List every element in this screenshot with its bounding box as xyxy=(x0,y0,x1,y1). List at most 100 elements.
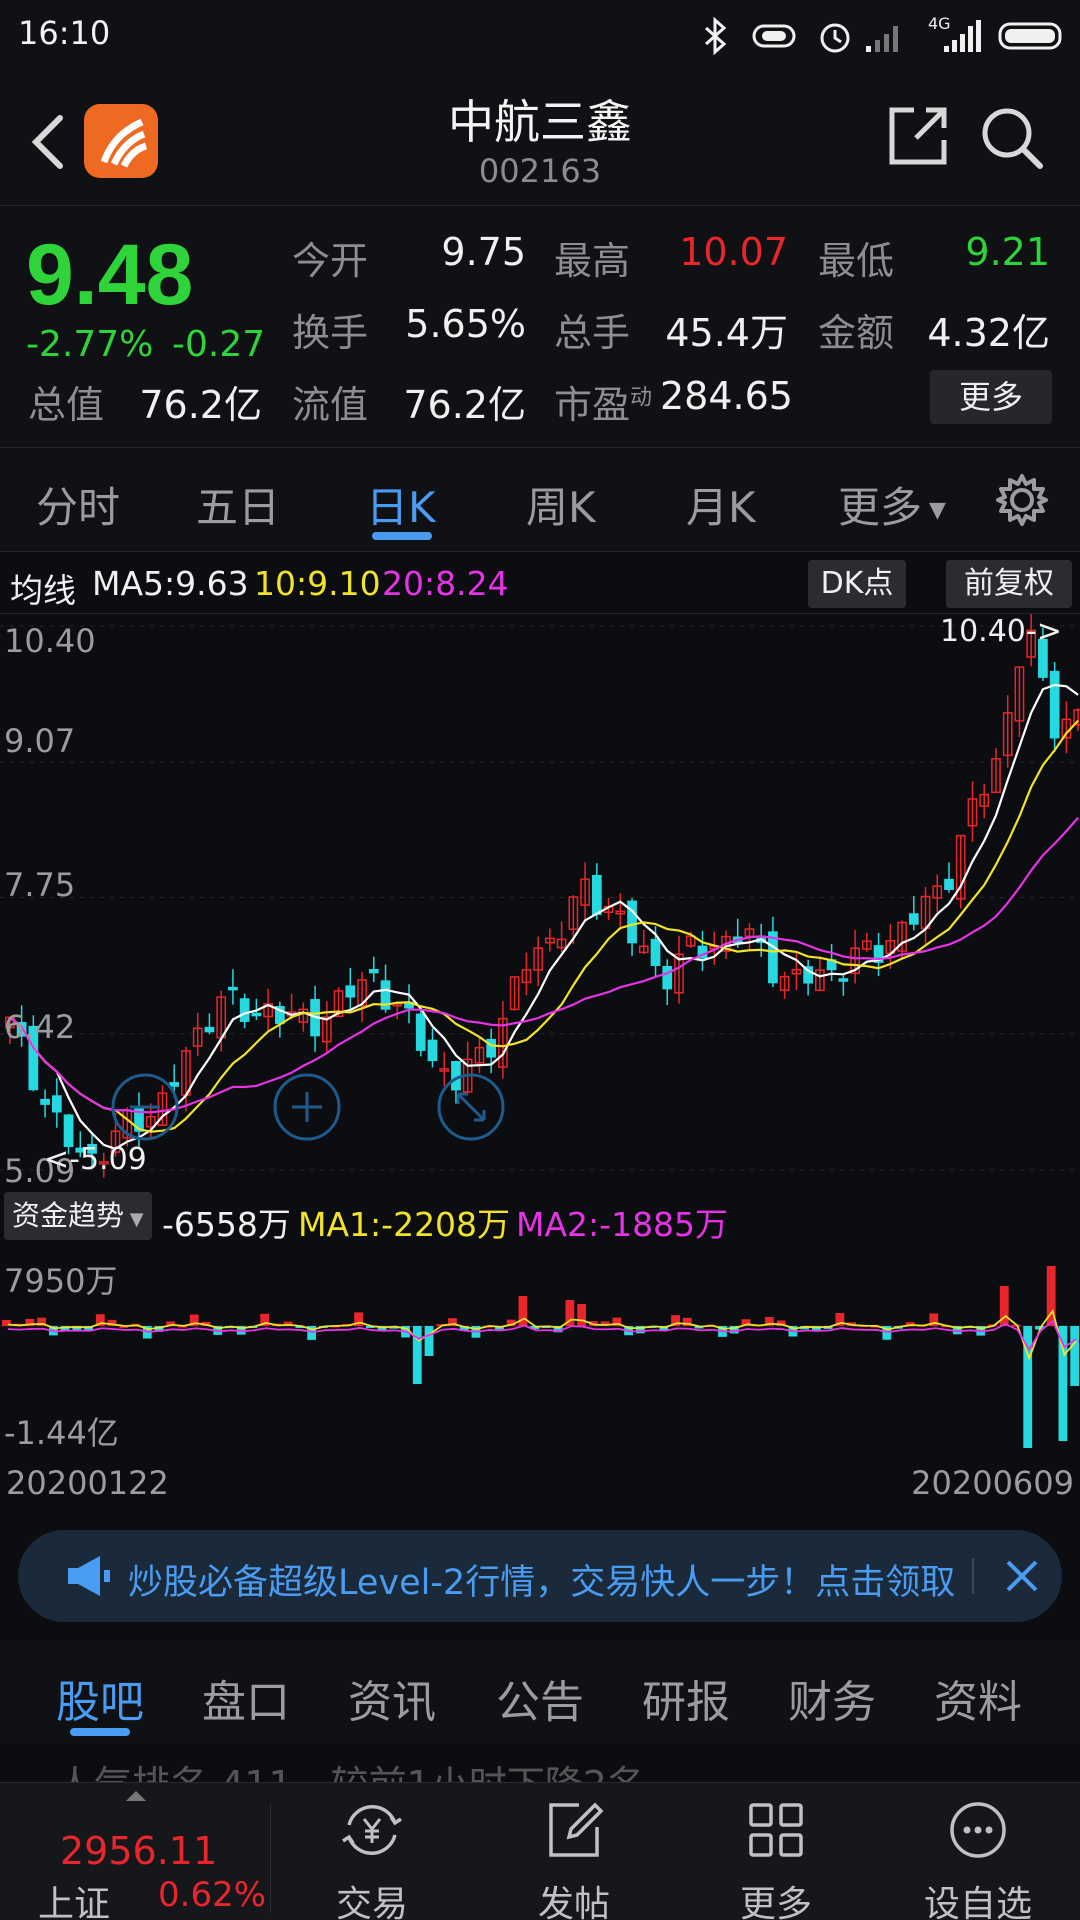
tab-news[interactable]: 资讯 xyxy=(348,1666,436,1730)
tab-announcements[interactable]: 公告 xyxy=(496,1666,584,1730)
nav-divider xyxy=(270,1803,271,1913)
ma20-line xyxy=(9,816,1079,1114)
bluetooth-icon xyxy=(705,16,727,56)
alarm-icon xyxy=(820,23,850,53)
fund-flow-ma1: MA1:-2208万 xyxy=(298,1205,511,1244)
status-time: 16:10 xyxy=(18,14,111,52)
pe-value: 284.65 xyxy=(660,374,793,418)
turnover-value: 5.65% xyxy=(405,302,526,346)
tab-monthly-k[interactable]: 月K xyxy=(686,474,756,535)
y-tick-3: 7.75 xyxy=(4,866,76,904)
change-amount: -0.27 xyxy=(172,324,266,365)
ma-label: 均线 xyxy=(10,571,76,610)
tab-profile[interactable]: 资料 xyxy=(934,1666,1022,1730)
signal-strong-icon xyxy=(944,20,981,52)
candlestick-chart[interactable]: 10.40 9.07 7.75 6.42 5.09 10.40-> <-5.09 xyxy=(0,613,1080,1190)
float-cap-label: 流值 xyxy=(292,383,369,427)
candle-down xyxy=(768,931,778,984)
index-name[interactable]: 上证 xyxy=(38,1875,110,1920)
candle-down xyxy=(228,986,238,991)
expand-up-icon[interactable] xyxy=(124,1789,148,1803)
dropdown-caret-icon: ▼ xyxy=(922,498,946,523)
end-date: 20200609 xyxy=(911,1464,1074,1502)
fund-flow-value: -6558万 xyxy=(162,1205,291,1244)
y-tick-top: 10.40 xyxy=(4,622,96,660)
settings-gear-icon[interactable] xyxy=(994,472,1050,528)
candle-down xyxy=(368,968,379,974)
bottom-nav: 2956.11 上证 0.62% 交易 发帖 更多 设自选 xyxy=(0,1782,1080,1920)
ma10-value: 10:9.10 xyxy=(254,564,381,603)
active-tab-indicator xyxy=(372,532,432,540)
candle-down xyxy=(40,1098,50,1105)
nav-trade-label: 交易 xyxy=(335,1884,408,1920)
market-cap-label: 总值 xyxy=(28,383,105,427)
nav-post-label: 发帖 xyxy=(537,1884,610,1920)
tab-more-label: 更多 xyxy=(838,483,923,532)
tab-weekly-k[interactable]: 周K xyxy=(526,474,596,535)
tab-intraday[interactable]: 分时 xyxy=(36,474,120,535)
candle-down xyxy=(662,965,673,990)
nav-post[interactable]: 发帖 xyxy=(504,1795,644,1920)
promo-text[interactable]: 炒股必备超级Level-2行情，交易快人一步！点击领取 xyxy=(128,1554,955,1605)
candle-down xyxy=(908,913,919,925)
fund-flow-chart[interactable]: 7950万 -1.44亿 xyxy=(0,1248,1080,1456)
float-cap-value: 76.2亿 xyxy=(403,383,526,427)
nav-add-watchlist-label: 设自选 xyxy=(923,1884,1032,1920)
candle-down xyxy=(345,985,356,998)
candle-down xyxy=(204,1026,215,1033)
tab-financials[interactable]: 财务 xyxy=(788,1666,876,1730)
zoom-out-icon[interactable] xyxy=(110,1072,180,1142)
amount-value: 4.32亿 xyxy=(927,311,1050,355)
zoom-in-icon[interactable] xyxy=(272,1072,342,1142)
tab-five-day[interactable]: 五日 xyxy=(196,474,280,535)
ma20-value: 20:8.24 xyxy=(382,564,509,603)
low-value: 9.21 xyxy=(965,230,1050,274)
ellipsis-circle-icon xyxy=(950,1802,1006,1858)
status-bar: 16:10 4G xyxy=(0,0,1080,72)
volume-label: 总手 xyxy=(554,311,631,355)
nav-add-watchlist[interactable]: 设自选 xyxy=(908,1795,1048,1920)
index-percent[interactable]: 0.62% xyxy=(158,1875,266,1915)
tab-more-periods[interactable]: 更多 ▼ xyxy=(838,474,946,535)
pe-label: 市盈动 xyxy=(554,374,652,429)
search-icon[interactable] xyxy=(978,104,1046,172)
indicator-dropdown[interactable]: 资金趋势 ▼ xyxy=(4,1192,152,1240)
start-date: 20200122 xyxy=(6,1464,169,1502)
high-label: 最高 xyxy=(554,239,631,283)
fullscreen-icon[interactable] xyxy=(436,1072,506,1142)
fund-flow-svg[interactable] xyxy=(0,1248,1080,1456)
nav-more[interactable]: 更多 xyxy=(706,1795,846,1920)
y-tick-2: 9.07 xyxy=(4,722,76,760)
battery-icon xyxy=(998,22,1062,50)
ma10-line xyxy=(9,719,1079,1133)
candle-down xyxy=(838,978,849,982)
tab-order-book[interactable]: 盘口 xyxy=(202,1666,290,1730)
flow-axis-bottom: -1.44亿 xyxy=(4,1414,119,1452)
period-tabs: 分时 五日 日K 周K 月K 更多 ▼ xyxy=(0,448,1080,552)
ma-legend: 均线 MA5:9.63 10:9.10 20:8.24 DK点 前复权 xyxy=(0,552,1080,614)
flow-ma1-line xyxy=(7,1308,1077,1362)
tab-forum[interactable]: 股吧 xyxy=(56,1666,144,1730)
tab-daily-k[interactable]: 日K xyxy=(366,474,436,535)
candle-down xyxy=(239,998,250,1022)
close-icon[interactable] xyxy=(1002,1556,1042,1596)
price-adjust-button[interactable]: 前复权 xyxy=(946,560,1072,608)
candle-down xyxy=(944,878,954,890)
candle-down xyxy=(427,1039,438,1062)
share-icon[interactable] xyxy=(886,104,950,168)
low-label: 最低 xyxy=(818,239,895,283)
tab-research[interactable]: 研报 xyxy=(642,1666,730,1730)
index-value[interactable]: 2956.11 xyxy=(60,1829,217,1873)
dk-point-button[interactable]: DK点 xyxy=(808,560,906,608)
high-value: 10.07 xyxy=(679,230,788,274)
flow-axis-top: 7950万 xyxy=(4,1262,118,1300)
quote-more-button[interactable]: 更多 xyxy=(930,370,1052,424)
amount-label: 金额 xyxy=(818,311,895,355)
stock-header: 中航三鑫 002163 xyxy=(0,72,1080,206)
change-percent: -2.77% xyxy=(26,324,154,365)
low-marker: <-5.09 xyxy=(44,1142,147,1177)
signal-weak-icon xyxy=(866,26,898,52)
promo-banner[interactable]: 炒股必备超级Level-2行情，交易快人一步！点击领取 xyxy=(18,1530,1062,1622)
candle-down xyxy=(591,874,602,916)
nav-trade[interactable]: 交易 xyxy=(302,1795,442,1920)
